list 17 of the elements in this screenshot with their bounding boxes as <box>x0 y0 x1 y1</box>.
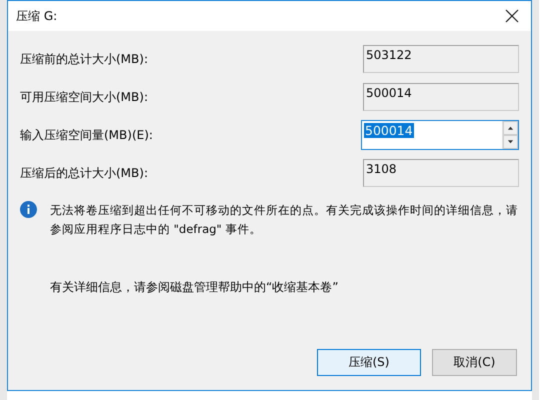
dialog-button[interactable]: 取消(C) <box>432 349 517 376</box>
readonly-field: 503122 <box>363 45 519 73</box>
field-label: 输入压缩空间量(MB)(E): <box>20 126 153 144</box>
field-label: 压缩后的总计大小(MB): <box>20 164 148 182</box>
close-icon[interactable] <box>505 9 519 23</box>
spin-field[interactable]: 500014 <box>361 120 519 150</box>
window-title: 压缩 G: <box>16 8 58 24</box>
spin-up-icon[interactable] <box>503 121 518 135</box>
readonly-field: 500014 <box>363 83 519 111</box>
field-label: 可用压缩空间大小(MB): <box>20 88 148 106</box>
info-icon <box>20 201 37 218</box>
spin-down-icon[interactable] <box>503 135 518 149</box>
info-message: 无法将卷压缩到超出任何不可移动的文件所在的点。有关完成该操作时间的详细信息，请参阅应用程序日志中的 "defrag" 事件。 <box>50 202 519 238</box>
field-label: 压缩前的总计大小(MB): <box>20 50 148 68</box>
help-message: 有关详细信息，请参阅磁盘管理帮助中的“收缩基本卷” <box>50 279 340 296</box>
dialog-button[interactable]: 压缩(S) <box>317 349 421 376</box>
readonly-field: 3108 <box>363 159 519 187</box>
